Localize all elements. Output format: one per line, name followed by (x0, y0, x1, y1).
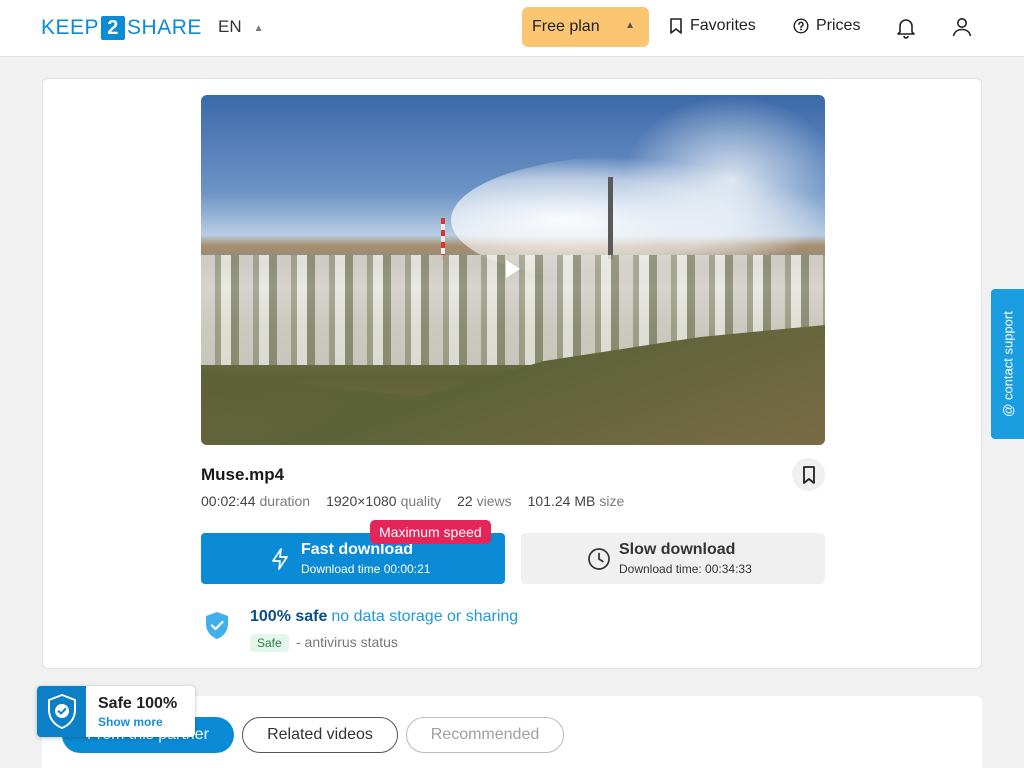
site-logo[interactable]: KEEP 2 SHARE (41, 15, 202, 41)
plan-label: Free plan (532, 18, 600, 35)
notifications-button[interactable] (894, 15, 918, 39)
file-name: Muse.mp4 (201, 465, 285, 484)
video-player[interactable] (201, 95, 825, 445)
video-frame-chimney (608, 177, 613, 259)
help-circle-icon (793, 18, 809, 34)
meta-views: 22 views (457, 493, 512, 509)
bookmark-icon (802, 465, 815, 484)
language-label: EN (218, 17, 242, 36)
safe-widget[interactable]: Safe 100% Show more (37, 686, 195, 737)
safe-widget-icon-box (37, 686, 86, 737)
video-frame-chimney (441, 218, 445, 260)
lightning-icon (272, 548, 288, 570)
slow-download-time: Download time: 00:34:33 (619, 562, 752, 576)
contact-support-tab[interactable]: @ contact support (991, 289, 1024, 439)
shield-check-icon (47, 693, 76, 729)
safety-description: no data storage or sharing (331, 608, 519, 625)
top-header: KEEP 2 SHARE EN ▲ Free plan ▲ Favorites … (0, 0, 1024, 57)
antivirus-status: - antivirus status (296, 634, 398, 650)
contact-support-label: @ contact support (1000, 311, 1015, 417)
logo-text-two: 2 (101, 16, 126, 40)
tab-recommended[interactable]: Recommended (406, 717, 564, 753)
bell-icon (897, 19, 915, 39)
safe-widget-show-more[interactable]: Show more (98, 715, 163, 729)
slow-download-button[interactable]: Slow download Download time: 00:34:33 (521, 533, 825, 584)
safety-strong: 100% safe (250, 608, 328, 625)
antivirus-badge: Safe (250, 634, 289, 652)
maximum-speed-badge: Maximum speed (370, 520, 491, 544)
prices-link[interactable]: Prices (793, 17, 860, 35)
prices-label: Prices (816, 17, 861, 34)
shield-check-icon (206, 612, 228, 639)
play-icon[interactable] (506, 260, 520, 278)
add-to-favorites-button[interactable] (792, 458, 825, 491)
file-meta: 00:02:44 duration 1920×1080 quality 22 view… (201, 493, 624, 509)
favorites-link[interactable]: Favorites (669, 17, 756, 35)
safety-line: 100% safe no data storage or sharing (250, 608, 518, 626)
safe-widget-title: Safe 100% (98, 695, 178, 712)
bookmark-icon (670, 18, 682, 34)
meta-quality: 1920×1080 quality (326, 493, 442, 509)
chevron-up-icon: ▲ (253, 22, 264, 34)
language-selector[interactable]: EN ▲ (218, 17, 264, 37)
slow-download-title: Slow download (619, 541, 736, 558)
account-button[interactable] (950, 15, 974, 39)
meta-size: 101.24 MB size (527, 493, 625, 509)
file-card: Muse.mp4 00:02:44 duration 1920×1080 quali… (42, 78, 982, 669)
clock-icon (588, 548, 610, 570)
fast-download-time: Download time 00:00:21 (301, 562, 431, 576)
meta-duration: 00:02:44 duration (201, 493, 311, 509)
chevron-up-icon: ▲ (625, 20, 635, 31)
favorites-label: Favorites (690, 17, 756, 34)
user-icon (952, 18, 972, 37)
logo-text-share: SHARE (127, 16, 202, 39)
tab-related-videos[interactable]: Related videos (242, 717, 398, 753)
logo-text-keep: KEEP (41, 16, 100, 39)
plan-dropdown[interactable]: Free plan ▲ (522, 7, 649, 47)
